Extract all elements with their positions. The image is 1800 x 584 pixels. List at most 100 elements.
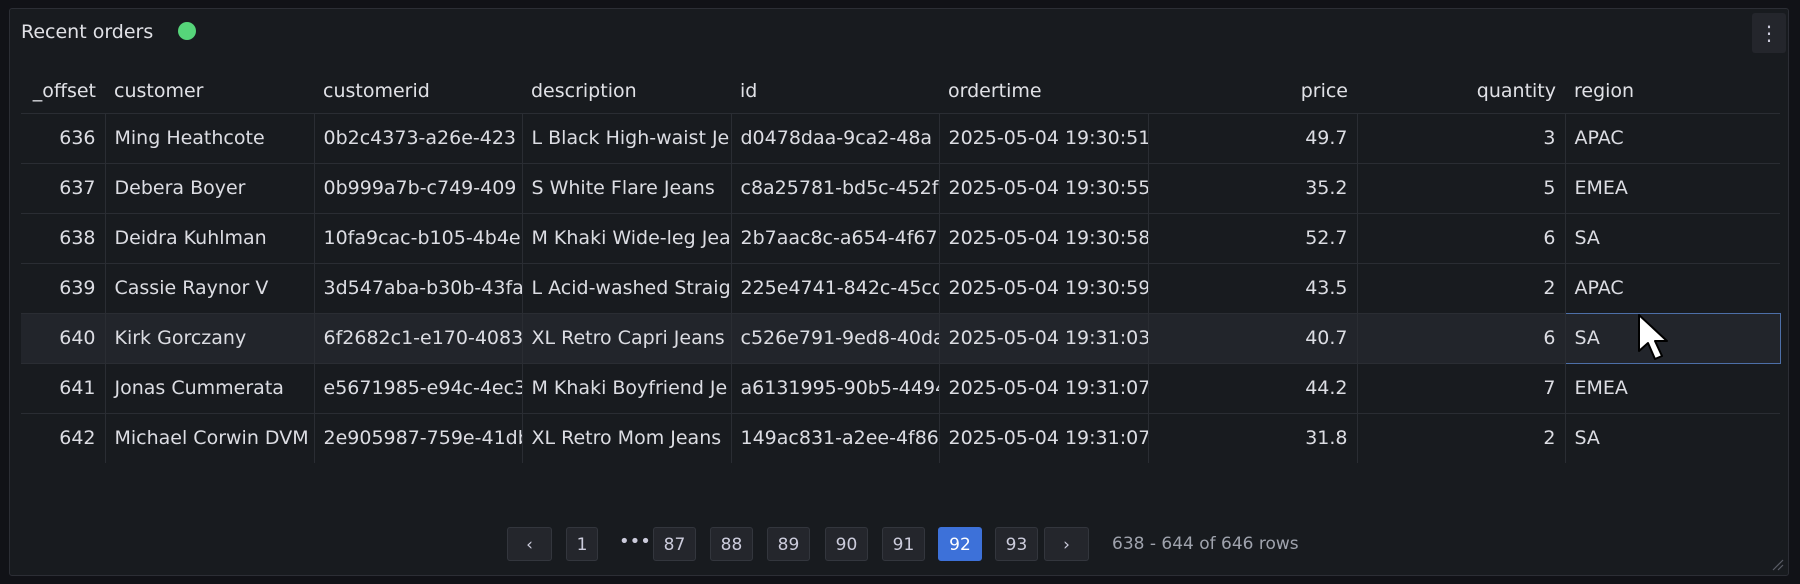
cell-price[interactable]: 52.7	[1148, 212, 1358, 263]
cell-customer[interactable]: Kirk Gorczany	[105, 312, 315, 363]
page-button-91[interactable]: 91	[882, 527, 925, 561]
cell-offset[interactable]: 641	[21, 362, 106, 413]
column-header-customer[interactable]: customer	[105, 69, 314, 113]
cell-price[interactable]: 49.7	[1148, 112, 1358, 163]
panel-menu-button[interactable]: ⋮	[1752, 13, 1786, 53]
cell-price[interactable]: 43.5	[1148, 262, 1358, 313]
cell-customer[interactable]: Cassie Raynor V	[105, 262, 315, 313]
column-header-description[interactable]: description	[522, 69, 731, 113]
pagination: ‹ 1 ••• 87 88 89 90 91 92 93 › 638 - 644 of 64…	[10, 527, 1788, 563]
cell-customerid[interactable]: 0b2c4373-a26e-423	[314, 112, 523, 163]
cell-id[interactable]: c526e791-9ed8-40da	[731, 312, 940, 363]
status-indicator-icon	[178, 22, 196, 40]
page-button-90[interactable]: 90	[825, 527, 868, 561]
cell-offset[interactable]: 638	[21, 212, 106, 263]
cell-region[interactable]: EMEA	[1565, 362, 1780, 413]
cell-description[interactable]: L Acid-washed Straig	[522, 262, 732, 313]
cell-region[interactable]: SA	[1565, 412, 1780, 463]
cell-ordertime[interactable]: 2025-05-04 19:30:58	[939, 212, 1149, 263]
cell-region[interactable]: APAC	[1565, 112, 1780, 163]
cell-offset[interactable]: 637	[21, 162, 106, 213]
cell-description[interactable]: M Khaki Boyfriend Je	[522, 362, 732, 413]
table-row[interactable]: 641 Jonas Cummerata e5671985-e94c-4ec3 M Kh…	[21, 362, 1780, 413]
column-header-region[interactable]: region	[1565, 69, 1780, 113]
cell-ordertime[interactable]: 2025-05-04 19:31:03	[939, 312, 1149, 363]
cell-id[interactable]: c8a25781-bd5c-452f	[731, 162, 940, 213]
cell-customerid[interactable]: 0b999a7b-c749-409	[314, 162, 523, 213]
cell-customerid[interactable]: 6f2682c1-e170-4083	[314, 312, 523, 363]
orders-panel: Recent orders ⋮ _offset customer customeri…	[9, 8, 1789, 576]
cell-price[interactable]: 40.7	[1148, 312, 1358, 363]
row-count-summary: 638 - 644 of 646 rows	[1112, 534, 1299, 554]
cell-ordertime[interactable]: 2025-05-04 19:31:07	[939, 362, 1149, 413]
next-page-button[interactable]: ›	[1044, 527, 1089, 561]
cell-customer[interactable]: Debera Boyer	[105, 162, 315, 213]
cell-ordertime[interactable]: 2025-05-04 19:31:07	[939, 412, 1149, 463]
orders-table: _offset customer customerid description id or…	[21, 69, 1781, 463]
cell-description[interactable]: XL Retro Mom Jeans	[522, 412, 732, 463]
cell-quantity[interactable]: 2	[1357, 262, 1566, 313]
mouse-pointer-icon	[1638, 314, 1668, 360]
column-header-id[interactable]: id	[731, 69, 939, 113]
column-header-offset[interactable]: _offset	[21, 69, 105, 113]
cell-price[interactable]: 35.2	[1148, 162, 1358, 213]
table-row[interactable]: 636 Ming Heathcote 0b2c4373-a26e-423 L Blac…	[21, 112, 1780, 163]
cell-price[interactable]: 44.2	[1148, 362, 1358, 413]
page-button-87[interactable]: 87	[653, 527, 696, 561]
table-row[interactable]: 642 Michael Corwin DVM 2e905987-759e-41db X…	[21, 412, 1780, 463]
cell-offset[interactable]: 639	[21, 262, 106, 313]
cell-quantity[interactable]: 5	[1357, 162, 1566, 213]
cell-region[interactable]: EMEA	[1565, 162, 1780, 213]
cell-region[interactable]: APAC	[1565, 262, 1780, 313]
cell-quantity[interactable]: 3	[1357, 112, 1566, 163]
cell-customerid[interactable]: 10fa9cac-b105-4b4e	[314, 212, 523, 263]
column-header-ordertime[interactable]: ordertime	[939, 69, 1148, 113]
panel-title: Recent orders	[21, 21, 154, 43]
cell-customer[interactable]: Jonas Cummerata	[105, 362, 315, 413]
pagination-ellipsis: •••	[619, 531, 651, 552]
cell-quantity[interactable]: 2	[1357, 412, 1566, 463]
cell-description[interactable]: M Khaki Wide-leg Jea	[522, 212, 732, 263]
cell-id[interactable]: 149ac831-a2ee-4f86	[731, 412, 940, 463]
cell-customer[interactable]: Ming Heathcote	[105, 112, 315, 163]
prev-page-button[interactable]: ‹	[507, 527, 552, 561]
cell-offset[interactable]: 640	[21, 312, 106, 363]
cell-id[interactable]: a6131995-90b5-4494	[731, 362, 940, 413]
page-button-first[interactable]: 1	[566, 527, 598, 561]
cell-customerid[interactable]: 3d547aba-b30b-43fa	[314, 262, 523, 313]
page-button-89[interactable]: 89	[767, 527, 810, 561]
cell-region[interactable]: SA	[1565, 212, 1780, 263]
cell-quantity[interactable]: 6	[1357, 212, 1566, 263]
cell-description[interactable]: XL Retro Capri Jeans	[522, 312, 732, 363]
cell-offset[interactable]: 642	[21, 412, 106, 463]
cell-id[interactable]: d0478daa-9ca2-48a	[731, 112, 940, 163]
table-row[interactable]: 640 Kirk Gorczany 6f2682c1-e170-4083 XL Ret…	[21, 312, 1781, 364]
cell-customer[interactable]: Michael Corwin DVM	[105, 412, 315, 463]
cell-customerid[interactable]: 2e905987-759e-41db	[314, 412, 523, 463]
cell-ordertime[interactable]: 2025-05-04 19:30:59	[939, 262, 1149, 313]
cell-id[interactable]: 225e4741-842c-45cc	[731, 262, 940, 313]
page-button-93[interactable]: 93	[995, 527, 1038, 561]
table-row[interactable]: 639 Cassie Raynor V 3d547aba-b30b-43fa L Ac…	[21, 262, 1780, 313]
cell-offset[interactable]: 636	[21, 112, 106, 163]
cell-price[interactable]: 31.8	[1148, 412, 1358, 463]
table-row[interactable]: 638 Deidra Kuhlman 10fa9cac-b105-4b4e M Kha…	[21, 212, 1780, 263]
cell-quantity[interactable]: 7	[1357, 362, 1566, 413]
cell-customer[interactable]: Deidra Kuhlman	[105, 212, 315, 263]
column-header-customerid[interactable]: customerid	[314, 69, 522, 113]
page-button-92[interactable]: 92	[938, 527, 982, 561]
cell-quantity[interactable]: 6	[1357, 312, 1566, 363]
table-header-row: _offset customer customerid description id or…	[21, 69, 1780, 113]
cell-ordertime[interactable]: 2025-05-04 19:30:55	[939, 162, 1149, 213]
column-header-price[interactable]: price	[1148, 69, 1357, 113]
panel-header: Recent orders ⋮	[10, 9, 1788, 55]
table-row[interactable]: 637 Debera Boyer 0b999a7b-c749-409 S White …	[21, 162, 1780, 213]
cell-description[interactable]: L Black High-waist Je	[522, 112, 732, 163]
cell-id[interactable]: 2b7aac8c-a654-4f67	[731, 212, 940, 263]
page-button-88[interactable]: 88	[710, 527, 753, 561]
column-header-quantity[interactable]: quantity	[1357, 69, 1565, 113]
cell-customerid[interactable]: e5671985-e94c-4ec3	[314, 362, 523, 413]
cell-description[interactable]: S White Flare Jeans	[522, 162, 732, 213]
resize-handle-icon[interactable]	[1770, 557, 1784, 571]
cell-ordertime[interactable]: 2025-05-04 19:30:51	[939, 112, 1149, 163]
